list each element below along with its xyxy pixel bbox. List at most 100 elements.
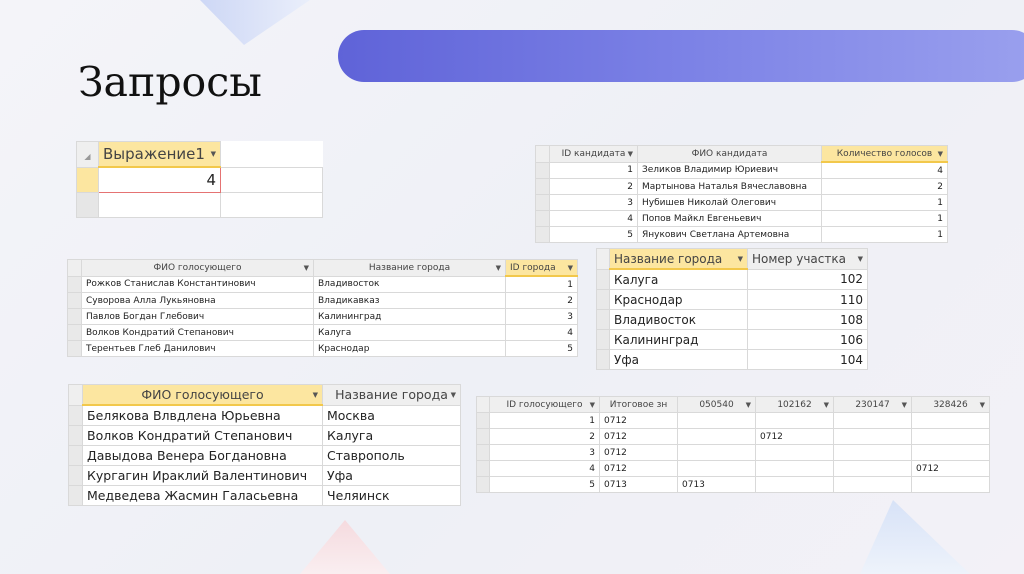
table-cell[interactable]: Владикавказ	[313, 292, 506, 309]
table-cell[interactable]	[677, 460, 756, 477]
table-cell[interactable]: 0712	[755, 428, 834, 445]
row-selector[interactable]	[67, 340, 82, 357]
table-cell[interactable]: 0712	[911, 460, 990, 477]
table-cell[interactable]: 1	[505, 275, 578, 293]
column-header-station-number[interactable]: Номер участка ▼	[747, 248, 868, 270]
row-selector[interactable]	[68, 485, 83, 506]
table-cell[interactable]: Владивосток	[609, 309, 748, 330]
chevron-down-icon[interactable]: ▼	[824, 401, 829, 409]
row-selector-header[interactable]	[68, 384, 83, 406]
table-row[interactable]: Уфа 104	[596, 349, 868, 370]
table-cell[interactable]: 1	[821, 210, 948, 227]
column-header-328426[interactable]: 328426 ▼	[911, 396, 990, 413]
table-cell[interactable]: Янукович Светлана Артемовна	[637, 226, 822, 243]
table-cell[interactable]: 4	[549, 210, 638, 227]
table-cell[interactable]: Попов Майкл Евгеньевич	[637, 210, 822, 227]
table-row[interactable]: 5 0713 0713	[476, 476, 990, 493]
table-cell[interactable]: Кургагин Ираклий Валентинович	[82, 465, 323, 486]
row-selector[interactable]	[596, 349, 610, 370]
table-cell[interactable]	[755, 412, 834, 429]
table-cell[interactable]: Уфа	[609, 349, 748, 370]
table-cell[interactable]: 2	[549, 178, 638, 195]
row-selector[interactable]	[76, 192, 99, 218]
table-cell[interactable]: Суворова Алла Лукьяновна	[81, 292, 314, 309]
table-cell[interactable]: 3	[549, 194, 638, 211]
table-row[interactable]: Волков Кондратий Степанович Калуга 4	[67, 324, 578, 341]
table-row[interactable]: 2 Мартынова Наталья Вячеславовна 2	[535, 178, 948, 195]
table-row[interactable]: Давыдова Венера Богдановна Ставрополь	[68, 445, 461, 466]
table-cell[interactable]: Зеликов Владимир Юриевич	[637, 161, 822, 179]
table-cell[interactable]	[833, 428, 912, 445]
chevron-down-icon[interactable]: ▼	[738, 255, 743, 263]
column-header-city-name[interactable]: Название города ▼	[609, 248, 748, 270]
table-cell[interactable]	[677, 412, 756, 429]
table-cell[interactable]: Рожков Станислав Константинович	[81, 275, 314, 293]
table-cell[interactable]: 5	[489, 476, 600, 493]
row-selector-header[interactable]: ◢	[76, 141, 99, 168]
row-selector-header[interactable]	[535, 145, 550, 163]
table-cell[interactable]: 110	[747, 289, 868, 310]
table-cell[interactable]	[677, 428, 756, 445]
column-header-candidate-name[interactable]: ФИО кандидата	[637, 145, 822, 163]
table-cell[interactable]: Калининград	[609, 329, 748, 350]
column-header-city-name[interactable]: Название города ▼	[313, 259, 506, 277]
table-cell[interactable]: Москва	[322, 404, 461, 426]
table-cell[interactable]: Челяинск	[322, 485, 461, 506]
table-row[interactable]: Терентьев Глеб Данилович Краснодар 5	[67, 340, 578, 357]
table-cell[interactable]	[755, 444, 834, 461]
table-cell[interactable]: Ставрополь	[322, 445, 461, 466]
table-cell[interactable]: 0712	[599, 428, 678, 445]
table-row[interactable]: 3 Нубишев Николай Олегович 1	[535, 194, 948, 211]
table-cell[interactable]: 0713	[677, 476, 756, 493]
table-cell[interactable]: 5	[549, 226, 638, 243]
table-cell[interactable]: 1	[549, 161, 638, 179]
table-cell[interactable]: 3	[489, 444, 600, 461]
chevron-down-icon[interactable]: ▼	[938, 150, 943, 158]
table-cell[interactable]	[833, 476, 912, 493]
table-cell[interactable]: Уфа	[322, 465, 461, 486]
chevron-down-icon[interactable]: ▼	[211, 150, 216, 158]
table-cell[interactable]: 3	[505, 308, 578, 325]
column-header-city-name[interactable]: Название города ▼	[322, 384, 461, 406]
table-cell[interactable]: 5	[505, 340, 578, 357]
row-selector[interactable]	[596, 329, 610, 350]
table-cell[interactable]: 0713	[599, 476, 678, 493]
table-cell[interactable]: 102	[747, 268, 868, 290]
table-row[interactable]: Суворова Алла Лукьяновна Владикавказ 2	[67, 292, 578, 309]
chevron-down-icon[interactable]: ▼	[590, 401, 595, 409]
row-selector-header[interactable]	[67, 259, 82, 277]
row-selector[interactable]	[596, 309, 610, 330]
row-selector[interactable]	[535, 210, 550, 227]
table-row[interactable]: 4 0712 0712	[476, 460, 990, 477]
table-cell[interactable]: Павлов Богдан Глебович	[81, 308, 314, 325]
table-cell[interactable]	[911, 444, 990, 461]
row-selector[interactable]	[67, 308, 82, 325]
table-row[interactable]: Павлов Богдан Глебович Калининград 3	[67, 308, 578, 325]
table-cell[interactable]	[833, 444, 912, 461]
table-row[interactable]: Калуга 102	[596, 268, 868, 290]
table-row[interactable]: Владивосток 108	[596, 309, 868, 330]
table-row[interactable]: Кургагин Ираклий Валентинович Уфа	[68, 465, 461, 486]
table-cell[interactable]: 0712	[599, 460, 678, 477]
row-selector[interactable]	[476, 444, 490, 461]
row-selector-header[interactable]	[476, 396, 490, 413]
chevron-down-icon[interactable]: ▼	[746, 401, 751, 409]
table-cell[interactable]: 4	[489, 460, 600, 477]
table-cell[interactable]: Медведева Жасмин Галасьевна	[82, 485, 323, 506]
table-row[interactable]: 4 Попов Майкл Евгеньевич 1	[535, 210, 948, 227]
table-cell[interactable]: 1	[489, 412, 600, 429]
row-selector[interactable]	[67, 292, 82, 309]
table-row[interactable]: Калининград 106	[596, 329, 868, 350]
row-selector[interactable]	[476, 460, 490, 477]
row-selector[interactable]	[535, 194, 550, 211]
chevron-down-icon[interactable]: ▼	[451, 391, 456, 399]
column-header-voter-name[interactable]: ФИО голосующего ▼	[82, 384, 323, 406]
table-row[interactable]: 4	[76, 166, 323, 193]
row-selector[interactable]	[535, 226, 550, 243]
column-header-expression1[interactable]: Выражение1 ▼	[98, 141, 221, 168]
table-cell[interactable]: Краснодар	[313, 340, 506, 357]
table-cell[interactable]: 0712	[599, 412, 678, 429]
table-cell[interactable]: Калуга	[322, 425, 461, 446]
column-header-city-id[interactable]: ID города ▼	[505, 259, 578, 277]
chevron-down-icon[interactable]: ▼	[980, 401, 985, 409]
